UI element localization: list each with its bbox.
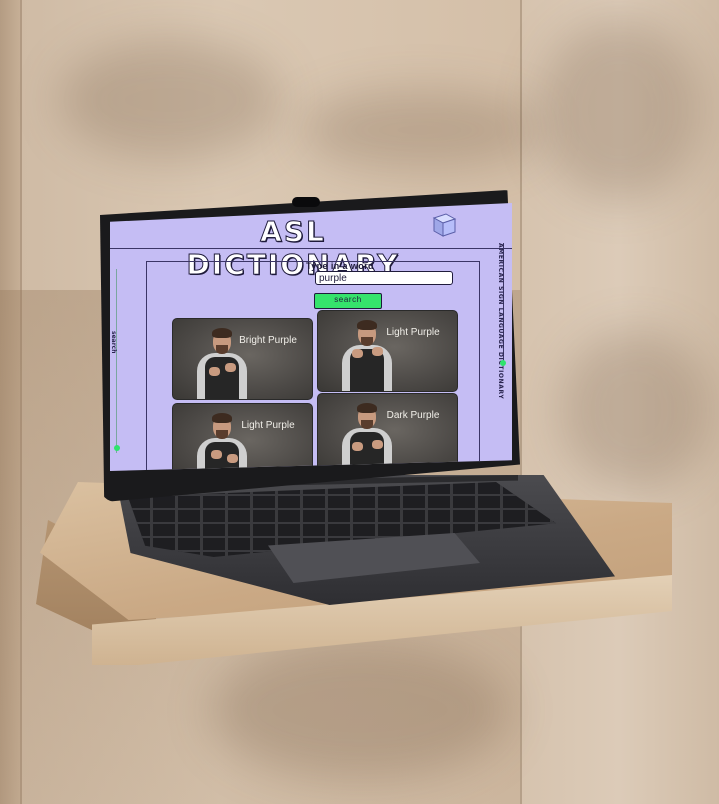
laptop-screen: ASL DICTIONARY AMERICAN SIGN LANGUAGE DI…: [110, 203, 512, 471]
search-input[interactable]: purple: [315, 271, 453, 285]
webcam-notch: [292, 197, 320, 207]
leaf-shadow: [60, 40, 280, 160]
result-word: Dark Purple: [386, 410, 440, 421]
result-word: Light Purple: [241, 420, 295, 431]
side-caption: AMERICAN SIGN LANGUAGE DICTIONARY: [497, 243, 504, 400]
result-card[interactable]: Dark Purple: [317, 393, 458, 471]
left-rail: [116, 269, 117, 453]
leaf-shadow: [540, 20, 700, 200]
leaf-shadow: [560, 330, 710, 490]
left-caption: search: [110, 331, 117, 354]
status-dot: [114, 445, 120, 451]
result-card[interactable]: Bright Purple: [172, 318, 313, 400]
result-card[interactable]: Light Purple: [317, 310, 458, 392]
signer-image: [332, 398, 402, 471]
leaf-shadow: [210, 640, 510, 780]
title-divider: [110, 248, 512, 249]
search-prompt-label: Type in a word: [306, 261, 374, 271]
search-button[interactable]: search: [314, 293, 382, 309]
result-word: Bright Purple: [239, 335, 297, 346]
photo-scene: ASL DICTIONARY AMERICAN SIGN LANGUAGE DI…: [0, 0, 719, 804]
result-card[interactable]: Light Purple: [172, 403, 313, 471]
signer-image: [187, 408, 257, 471]
result-word: Light Purple: [386, 327, 440, 338]
leaf-shadow: [300, 90, 540, 170]
status-dot: [500, 360, 506, 366]
cube-logo-icon: [432, 213, 457, 237]
